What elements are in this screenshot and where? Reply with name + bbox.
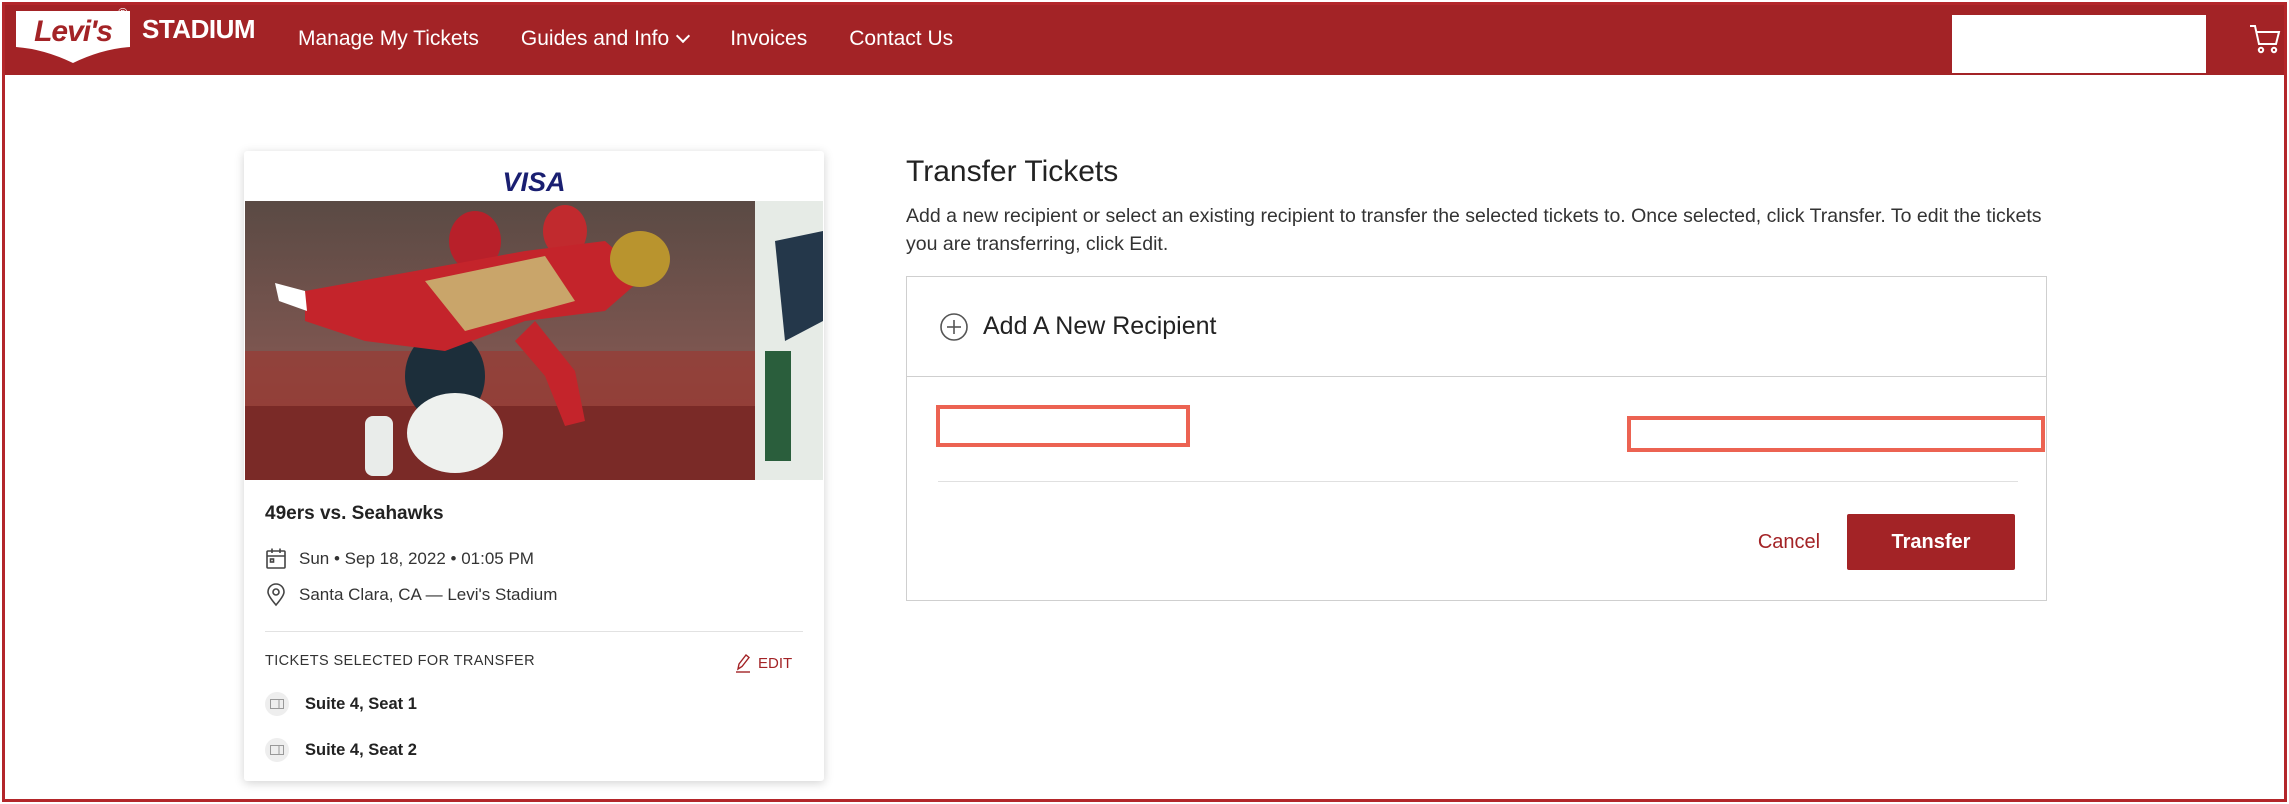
recipient-email-redacted	[1627, 416, 2045, 452]
transfer-description: Add a new recipient or select an existin…	[906, 205, 2042, 255]
event-datetime: Sun • Sep 18, 2022 • 01:05 PM	[299, 549, 534, 568]
calendar-icon	[266, 548, 286, 569]
add-recipient-label: Add A New Recipient	[983, 312, 1217, 340]
sponsor-logo: VISA	[502, 167, 566, 197]
pencil-icon	[736, 653, 750, 673]
ticket-icon	[265, 692, 289, 716]
ticket-label: Suite 4, Seat 1	[305, 694, 417, 713]
selected-tickets-heading: TICKETS SELECTED FOR TRANSFER	[265, 653, 535, 669]
location-pin-icon	[267, 583, 285, 607]
ticket-label: Suite 4, Seat 2	[305, 740, 417, 759]
add-new-recipient-button[interactable]: Add A New Recipient	[907, 277, 2046, 377]
cancel-button[interactable]: Cancel	[1715, 514, 1863, 570]
event-location: Santa Clara, CA — Levi's Stadium	[299, 585, 558, 604]
ticket-item: Suite 4, Seat 1	[265, 692, 417, 716]
event-datetime-row: Sun • Sep 18, 2022 • 01:05 PM	[265, 547, 534, 571]
event-title: 49ers vs. Seahawks	[265, 503, 444, 524]
event-card: VISA 49ers vs. Seahawks Sun • Sep 18, 20…	[244, 151, 824, 781]
page-title: Transfer Tickets	[906, 155, 1119, 188]
panel-divider	[938, 481, 2018, 482]
ticket-icon	[265, 738, 289, 762]
ticket-item: Suite 4, Seat 2	[265, 738, 417, 762]
event-photo	[245, 201, 823, 480]
recipient-name-redacted[interactable]	[936, 405, 1190, 447]
card-divider	[265, 631, 803, 632]
edit-label: EDIT	[758, 654, 793, 672]
transfer-button[interactable]: Transfer	[1847, 514, 2015, 570]
edit-tickets-button[interactable]: EDIT	[735, 653, 792, 673]
event-location-row: Santa Clara, CA — Levi's Stadium	[265, 583, 557, 607]
plus-circle-icon	[940, 312, 968, 341]
